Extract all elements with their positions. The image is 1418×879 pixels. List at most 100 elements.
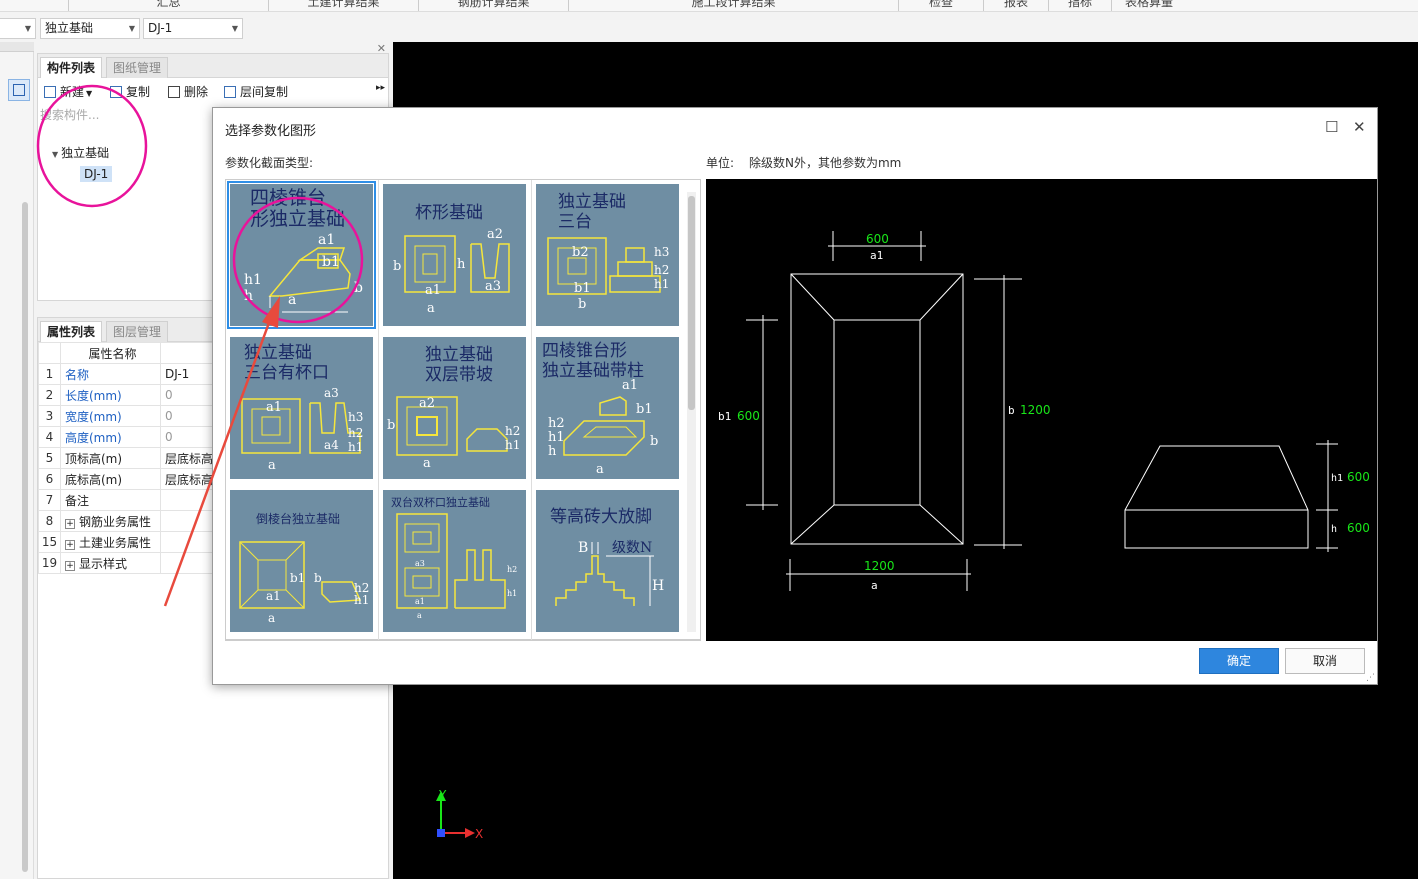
tab-component-list[interactable]: 构件列表 — [40, 57, 103, 78]
delete-label: 删除 — [184, 85, 209, 99]
row-name[interactable]: + 显示样式 — [59, 552, 161, 574]
component-toolbar: 新建 ▼ 复制 删除 层间复制 ▸▸ — [38, 78, 388, 104]
chevron-down-icon: ▼ — [231, 24, 238, 33]
svg-text:b: b — [354, 280, 363, 296]
shape-option[interactable]: 独立基础 三台有杯口 a1 a3 h3 h2 h1 a4 a — [226, 333, 379, 486]
expand-icon[interactable]: + — [64, 539, 75, 550]
shape-option[interactable]: 杯形基础 a2 b h a1 a3 a — [379, 180, 532, 333]
floor-copy-icon — [224, 86, 236, 98]
shape-option[interactable]: 双台双杯口独立基础 a3 a1 a h2 h1 — [379, 486, 532, 639]
shape-grid-scrollbar[interactable] — [687, 192, 696, 632]
svg-text:级数N: 级数N — [612, 540, 652, 556]
table-row[interactable]: 1 名称 DJ-1 — [38, 363, 215, 385]
tab-drawing-manage[interactable]: 图纸管理 — [106, 57, 169, 78]
row-value[interactable]: 0 — [159, 426, 215, 448]
menu-summary[interactable]: 汇总 — [68, 0, 268, 11]
chevron-down-icon: ▼ — [24, 24, 31, 33]
menu-check[interactable]: 检查 — [898, 0, 983, 11]
shape-drawing: a1 a3 h3 h2 h1 a4 a — [241, 386, 363, 473]
shape-drawing: a3 a1 a h2 h1 — [396, 513, 517, 620]
ok-button[interactable]: 确定 — [1199, 648, 1279, 674]
copy-button[interactable]: 复制 — [110, 83, 150, 100]
shape-option[interactable]: 倒棱台独立基础 b1 b a1 h2 h1 a — [226, 486, 379, 639]
tab-layer-manage[interactable]: 图层管理 — [106, 321, 169, 342]
row-name[interactable]: + 钢筋业务属性 — [59, 510, 161, 532]
svg-text:h2: h2 — [505, 424, 520, 438]
svg-text:b1: b1 — [322, 254, 340, 270]
svg-text:a: a — [423, 456, 431, 471]
floor-copy-button[interactable]: 层间复制 — [224, 83, 288, 100]
list-view-button[interactable] — [8, 79, 30, 101]
svg-text:h: h — [244, 288, 253, 304]
svg-text:h1: h1 — [654, 277, 669, 291]
row-name[interactable]: + 土建业务属性 — [59, 531, 161, 553]
cancel-button[interactable]: 取消 — [1285, 648, 1365, 674]
header-name: 属性名称 — [59, 342, 161, 364]
panel-tabs: 构件列表 图纸管理 — [38, 54, 388, 78]
menu-rebar-result[interactable]: 钢筋计算结果 — [418, 0, 568, 11]
menu-civil-result[interactable]: 土建计算结果 — [268, 0, 418, 11]
tab-property-list[interactable]: 属性列表 — [40, 321, 103, 342]
outer-rect — [790, 273, 964, 545]
svg-text:a: a — [596, 462, 604, 477]
floor-select[interactable]: ▼ — [0, 18, 36, 39]
component-select[interactable]: DJ-1 ▼ — [143, 18, 243, 39]
table-row[interactable]: 6 底标高(m) 层底标高 — [38, 468, 215, 490]
table-row[interactable]: 2 长度(mm) 0 — [38, 384, 215, 406]
menu-index[interactable]: 指标 — [1048, 0, 1111, 11]
shape-drawing: a1 b1 h1 h a b — [244, 232, 363, 313]
table-row[interactable]: 5 顶标高(m) 层底标高 — [38, 447, 215, 469]
floor-copy-label: 层间复制 — [240, 85, 289, 99]
delete-button[interactable]: 删除 — [168, 83, 208, 100]
new-button[interactable]: 新建 ▼ — [44, 83, 92, 100]
menu-table-quantity[interactable]: 表格算量 — [1111, 0, 1186, 11]
row-num: 15 — [38, 531, 61, 553]
close-icon[interactable]: ✕ — [377, 42, 386, 55]
row-value[interactable]: 0 — [159, 384, 215, 406]
table-row[interactable]: 8 + 钢筋业务属性 — [38, 510, 215, 532]
menu-stage-result[interactable]: 施工段计算结果 — [568, 0, 898, 11]
component-select-value: DJ-1 — [148, 21, 173, 35]
shape-option[interactable]: 四棱锥台形 独立基础带柱 a1 b1 h2 h1 h b a — [532, 333, 685, 486]
row-name: 顶标高(m) — [59, 447, 161, 469]
expand-icon[interactable]: + — [64, 560, 75, 571]
row-value[interactable]: 层底标高 — [159, 468, 215, 490]
row-value[interactable]: DJ-1 — [159, 363, 215, 385]
shape-thumbnail: 四棱锥台形 独立基础带柱 a1 b1 h2 h1 h b a — [536, 337, 679, 479]
resize-grip-icon[interactable]: ⋰ — [1366, 673, 1375, 683]
row-value[interactable]: 层底标高 — [159, 447, 215, 469]
svg-text:a2: a2 — [419, 396, 435, 411]
scroll-thumb[interactable] — [688, 196, 695, 410]
svg-text:h1: h1 — [348, 440, 363, 454]
row-value[interactable]: 0 — [159, 405, 215, 427]
row-name: 底标高(m) — [59, 468, 161, 490]
row-value — [159, 510, 215, 532]
shape-option[interactable]: 四棱锥台 形独立基础 a1 b1 h1 h a b — [226, 180, 379, 333]
svg-text:a4: a4 — [324, 438, 339, 452]
menu-report[interactable]: 报表 — [983, 0, 1048, 11]
close-icon[interactable]: ✕ — [1353, 118, 1366, 136]
scrollbar[interactable] — [22, 202, 28, 872]
table-row[interactable]: 4 高度(mm) 0 — [38, 426, 215, 448]
table-row[interactable]: 19 + 显示样式 — [38, 552, 215, 574]
tree-node-isolated-foundation[interactable]: ▼ 独立基础 — [52, 144, 109, 161]
shape-option[interactable]: 独立基础 三台 b2 b1 b h3 h2 h1 — [532, 180, 685, 333]
trash-icon — [168, 86, 180, 98]
shape-preview: 600 a1 b1 600 b 1200 1200 a h1 600 h 600 — [706, 179, 1377, 641]
table-row[interactable]: 15 + 土建业务属性 — [38, 531, 215, 553]
expand-icon[interactable]: + — [64, 518, 75, 529]
row-name: 备注 — [59, 489, 161, 511]
table-row[interactable]: 7 备注 — [38, 489, 215, 511]
category-select[interactable]: 独立基础 ▼ — [40, 18, 140, 39]
shape-option[interactable]: 等高砖大放脚 B 级数N H — [532, 486, 685, 639]
shape-option[interactable]: 独立基础 双层带坡 a2 b h2 h1 a — [379, 333, 532, 486]
svg-text:h1: h1 — [548, 430, 565, 445]
svg-text:a: a — [288, 292, 296, 308]
row-value — [159, 531, 215, 553]
more-icon[interactable]: ▸▸ — [376, 83, 385, 93]
tree-node-dj1[interactable]: DJ-1 — [80, 166, 113, 182]
row-value[interactable] — [159, 489, 215, 511]
maximize-icon[interactable]: ☐ — [1325, 118, 1338, 136]
table-row[interactable]: 3 宽度(mm) 0 — [38, 405, 215, 427]
svg-text:a1: a1 — [622, 378, 638, 393]
